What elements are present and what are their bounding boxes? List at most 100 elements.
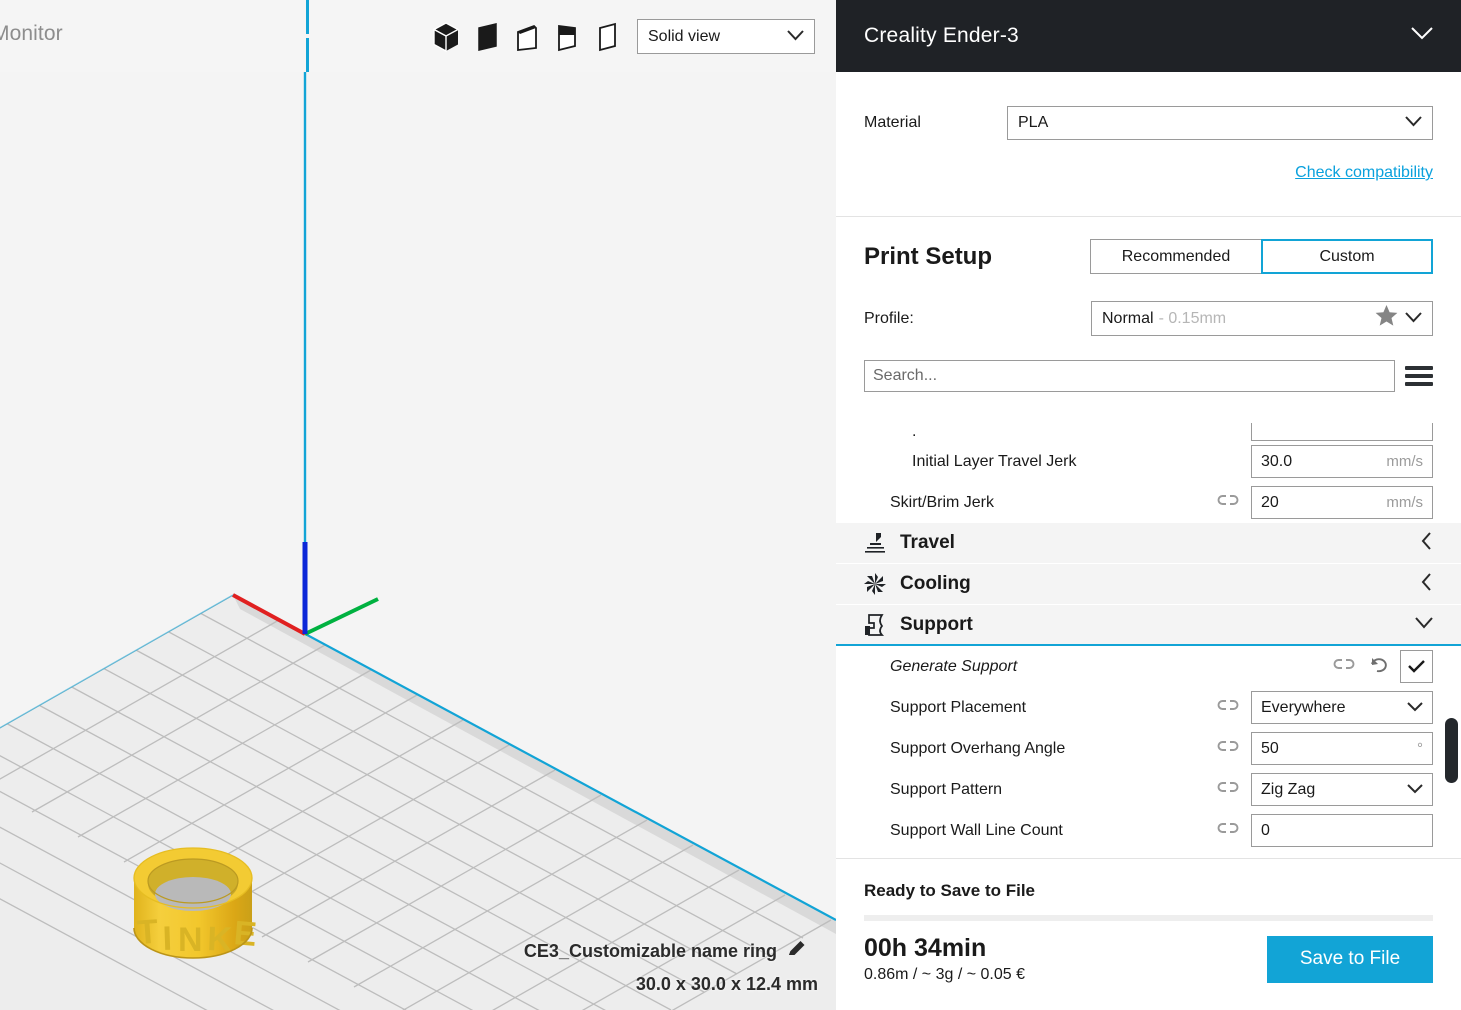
value-text: 30.0 [1261, 452, 1293, 470]
chevron-down-icon [1405, 114, 1422, 132]
category-label: Travel [900, 532, 955, 553]
search-input[interactable]: Search... [864, 360, 1395, 392]
material-label: Material [864, 114, 921, 131]
setting-row-skirt-brim-jerk: Skirt/Brim Jerk 20 mm/s [836, 482, 1461, 523]
view-top-icon[interactable] [514, 22, 540, 52]
printer-header[interactable]: Creality Ender-3 [836, 0, 1461, 72]
print-time-estimate: 00h 34min [864, 934, 987, 962]
check-compatibility-link[interactable]: Check compatibility [864, 164, 1433, 182]
value-text: 50 [1261, 739, 1279, 757]
category-row-cooling[interactable]: Cooling [836, 564, 1461, 605]
profile-label: Profile: [864, 309, 914, 327]
value-input[interactable]: 30.0 mm/s [1251, 445, 1433, 478]
link-icon[interactable] [1217, 779, 1239, 800]
y-axis-indicator [304, 597, 379, 636]
setting-label: Support Pattern [890, 780, 1003, 798]
setting-row-generate-support: Generate Support [836, 646, 1461, 687]
settings-list[interactable]: . Initial Layer Travel Jerk 30.0 mm/s Sk… [836, 423, 1461, 858]
support-pattern-dropdown[interactable]: Zig Zag [1251, 773, 1433, 806]
build-plate-scene: T I N K E [0, 72, 836, 1010]
profile-name: Normal [1102, 309, 1154, 327]
chevron-down-icon [1415, 616, 1433, 634]
search-placeholder-text: Search... [873, 367, 938, 384]
link-icon[interactable] [1333, 656, 1355, 677]
setting-label: Generate Support [890, 657, 1018, 675]
view-3d-icon[interactable] [432, 22, 460, 52]
view-front-icon[interactable] [474, 22, 500, 52]
setting-row-initial-layer-travel-jerk: Initial Layer Travel Jerk 30.0 mm/s [836, 441, 1461, 482]
profile-quality: - 0.15mm [1158, 309, 1227, 327]
link-icon[interactable] [1217, 492, 1239, 513]
category-row-travel[interactable]: Travel [836, 523, 1461, 564]
printhead-travel-icon [862, 530, 896, 556]
value-text: Everywhere [1261, 698, 1346, 716]
chevron-down-icon [1407, 781, 1423, 799]
status-text: Ready to Save to File [864, 881, 1035, 900]
model-name-label: CE3_Customizable name ring [524, 938, 808, 965]
link-icon[interactable] [1217, 820, 1239, 841]
setting-row-support-wall-line-count: Support Wall Line Count 0 [836, 810, 1461, 851]
setting-row-support-overhang-angle: Support Overhang Angle 50 ° [836, 728, 1461, 769]
setting-label: Support Wall Line Count [890, 821, 1063, 839]
setting-label: Skirt/Brim Jerk [890, 493, 994, 511]
value-input[interactable]: 20 mm/s [1251, 486, 1433, 519]
print-settings-panel: Creality Ender-3 Material PLA Check comp… [836, 0, 1461, 1010]
chevron-down-icon [1405, 310, 1422, 328]
category-label: Cooling [900, 573, 971, 594]
model-name-text: CE3_Customizable name ring [523, 941, 777, 961]
hamburger-menu-icon[interactable] [1405, 366, 1433, 386]
save-to-file-button[interactable]: Save to File [1267, 935, 1433, 983]
clipped-value-field[interactable] [1251, 423, 1433, 441]
star-icon[interactable] [1374, 304, 1399, 333]
view-mode-select[interactable]: Solid view [637, 19, 815, 54]
material-section: Material PLA Check compatibility [836, 72, 1461, 216]
build-plate-area[interactable]: T I N K E CE3_Customizable name ring 30.… [0, 72, 836, 1010]
pencil-icon[interactable] [786, 938, 808, 965]
chevron-down-icon [1407, 699, 1423, 717]
settings-scrollbar-thumb[interactable] [1445, 718, 1458, 783]
setting-label: Initial Layer Travel Jerk [912, 452, 1077, 470]
category-row-support[interactable]: Support [836, 605, 1461, 646]
chevron-left-icon [1421, 531, 1433, 555]
generate-support-checkbox[interactable] [1400, 650, 1433, 683]
view-left-icon[interactable] [554, 22, 580, 52]
profile-select[interactable]: Normal - 0.15mm [1091, 301, 1433, 336]
chevron-down-icon [787, 28, 804, 46]
view-mode-value: Solid view [648, 27, 721, 45]
value-input[interactable]: 0 [1251, 814, 1433, 847]
value-text: 20 [1261, 493, 1279, 511]
view-right-icon[interactable] [594, 22, 620, 52]
mode-recommended-button[interactable]: Recommended [1090, 239, 1262, 274]
setting-row-support-pattern: Support Pattern Zig Zag [836, 769, 1461, 810]
category-label: Support [900, 613, 973, 635]
svg-text:I: I [162, 920, 173, 958]
link-icon[interactable] [1217, 697, 1239, 718]
chevron-down-icon[interactable] [1411, 27, 1433, 45]
print-setup-section: Print Setup Recommended Custom Profile: … [836, 217, 1461, 392]
3d-viewport[interactable]: Monitor Solid view T I N K E CE3_Customi… [0, 0, 836, 1010]
material-cost-estimate: 0.86m / ~ 3g / ~ 0.05 € [864, 965, 1025, 983]
setting-row-support-placement: Support Placement Everywhere [836, 687, 1461, 728]
support-placement-dropdown[interactable]: Everywhere [1251, 691, 1433, 724]
chevron-left-icon [1421, 572, 1433, 596]
value-text: 0 [1261, 821, 1270, 839]
mode-custom-button[interactable]: Custom [1261, 239, 1433, 274]
tab-monitor[interactable]: Monitor [0, 22, 63, 46]
clipped-label: . [912, 423, 917, 440]
revert-icon[interactable] [1368, 655, 1388, 678]
page-title: Print Setup [864, 242, 993, 270]
support-structure-icon [862, 612, 896, 638]
value-text: Zig Zag [1261, 780, 1316, 798]
unit-label: mm/s [1386, 494, 1423, 511]
printer-name: Creality Ender-3 [864, 24, 1019, 47]
unit-label: mm/s [1386, 453, 1423, 470]
link-icon[interactable] [1217, 738, 1239, 759]
setting-row-clipped: . [836, 423, 1461, 441]
model-dimensions: 30.0 x 30.0 x 12.4 mm [635, 974, 818, 994]
setting-label: Support Placement [890, 698, 1027, 716]
material-select[interactable]: PLA [1007, 106, 1433, 140]
value-input[interactable]: 50 ° [1251, 732, 1433, 765]
fan-cooling-icon [862, 571, 896, 597]
camera-view-buttons [432, 22, 620, 52]
print-job-summary: Ready to Save to File 00h 34min 0.86m / … [836, 858, 1461, 1010]
